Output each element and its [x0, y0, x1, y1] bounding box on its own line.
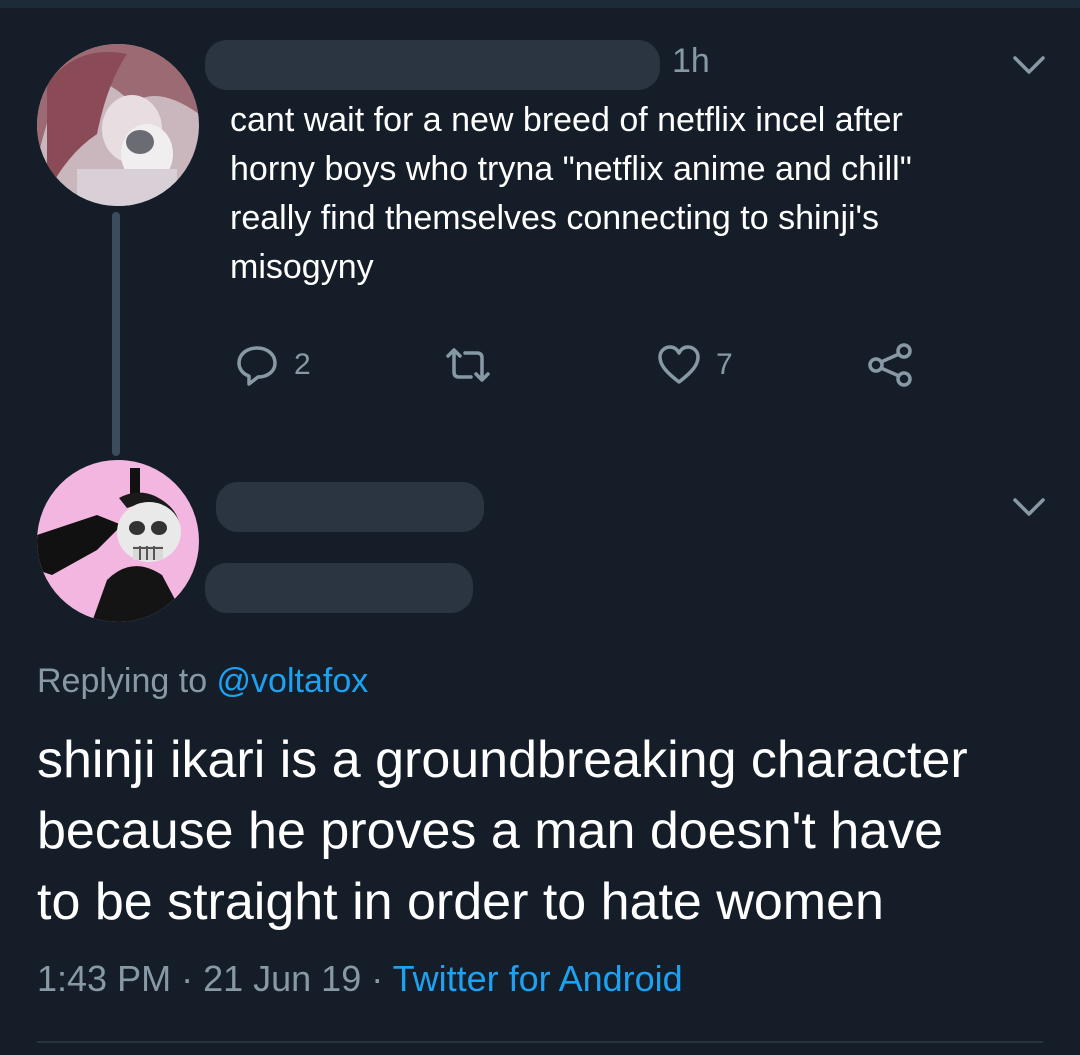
redacted-username [216, 482, 484, 532]
chevron-down-icon[interactable] [1009, 50, 1049, 80]
avatar[interactable] [37, 44, 199, 206]
top-divider [0, 0, 1080, 8]
retweet-button[interactable] [440, 340, 496, 390]
like-count: 7 [716, 348, 733, 381]
share-icon [868, 343, 912, 387]
retweet-icon [446, 348, 490, 382]
replying-handle-link[interactable]: @voltafox [217, 662, 369, 700]
replying-to: Replying to @voltafox [37, 662, 368, 701]
meta-separator: · [171, 958, 204, 999]
tweet-time[interactable]: 1h [672, 42, 710, 81]
tweet-meta: 1:43 PM · 21 Jun 19 · Twitter for Androi… [37, 958, 683, 1000]
redacted-handle [205, 563, 473, 613]
redacted-username [205, 40, 660, 90]
chevron-down-icon[interactable] [1009, 492, 1049, 522]
tweet-time[interactable]: 1:43 PM [37, 958, 171, 999]
reply-count: 2 [294, 348, 311, 381]
bottom-divider [37, 1041, 1043, 1043]
replying-prefix: Replying to [37, 662, 217, 700]
avatar[interactable] [37, 460, 199, 622]
like-icon [658, 345, 700, 384]
like-button[interactable]: 7 [656, 340, 733, 390]
reply-icon [237, 346, 277, 386]
tweet-date[interactable]: 21 Jun 19 [203, 958, 361, 999]
share-button[interactable] [866, 340, 916, 390]
thread-connector [112, 212, 120, 456]
tweet-text: cant wait for a new breed of netflix inc… [230, 101, 912, 286]
meta-separator: · [361, 958, 393, 999]
reply-button[interactable]: 2 [234, 340, 311, 390]
tweet-source-link[interactable]: Twitter for Android [393, 958, 683, 999]
tweet-text: shinji ikari is a groundbreaking charact… [37, 731, 968, 931]
